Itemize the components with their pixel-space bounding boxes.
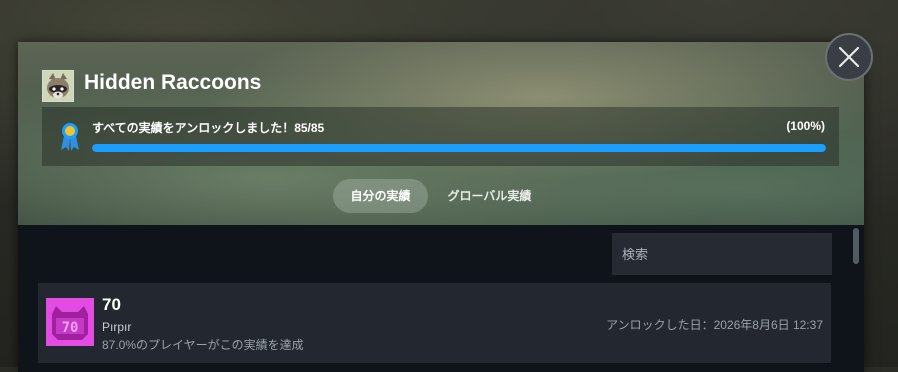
progress-percent: (100%) (786, 119, 825, 133)
achievement-unlock-date: アンロックした日：2026年8月6日 12:37 (606, 318, 823, 332)
progress-bar-fill (92, 144, 826, 152)
ribbon-medal-icon (59, 122, 81, 152)
tab-my-achievements[interactable]: 自分の実績 (333, 179, 428, 213)
game-hero-header: Hidden Raccoons すべての実績をアンロックしました！85/85 (… (18, 42, 864, 225)
achievement-badge-text: 70 (62, 320, 79, 336)
search-input[interactable] (612, 233, 832, 275)
raccoon-icon (42, 70, 74, 102)
progress-bar (92, 144, 826, 152)
achievement-global-percent: 87.0%のプレイヤーがこの実績を達成 (102, 338, 304, 352)
achievement-progress-panel: すべての実績をアンロックしました！85/85 (100%) (42, 107, 839, 166)
close-button[interactable] (825, 33, 873, 81)
achievement-title: 70 (102, 295, 121, 314)
achievements-dialog: Hidden Raccoons すべての実績をアンロックしました！85/85 (… (18, 42, 864, 372)
game-title: Hidden Raccoons (84, 71, 262, 94)
progress-summary-text: すべての実績をアンロックしました！85/85 (92, 121, 325, 135)
achievement-badge-icon: 70 (46, 298, 94, 346)
achievement-row[interactable]: 70 70 Pırpır 87.0%のプレイヤーがこの実績を達成 アンロックした… (38, 283, 831, 363)
achievement-description: Pırpır (102, 320, 132, 334)
tab-global-achievements[interactable]: グローバル実績 (432, 179, 547, 213)
close-icon (838, 46, 860, 68)
scrollbar-thumb[interactable] (853, 228, 859, 264)
